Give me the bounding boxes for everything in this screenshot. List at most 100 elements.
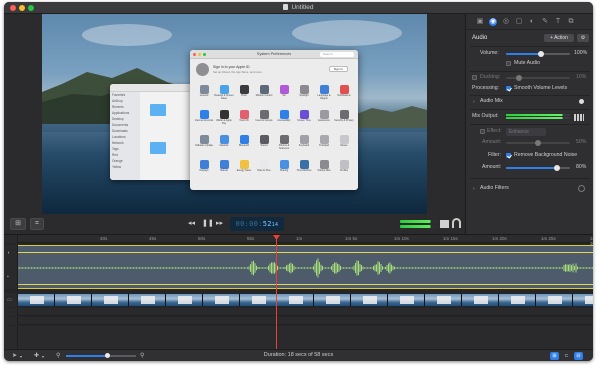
- window-title: Untitled: [291, 4, 314, 11]
- prefs-item-icon: [239, 160, 249, 169]
- meter-toggle-icon[interactable]: [440, 220, 449, 228]
- ducking-checkbox[interactable]: [472, 75, 477, 80]
- prefs-item: Displays: [194, 159, 214, 181]
- playhead[interactable]: [276, 235, 277, 350]
- divider: [470, 124, 590, 125]
- prefs-item-icon: [299, 85, 309, 94]
- view-toggle-button[interactable]: ⊂: [562, 352, 571, 360]
- tab-text[interactable]: T: [554, 18, 562, 26]
- tab-filters[interactable]: ⧉: [567, 18, 575, 26]
- prefs-item-label: Profiles: [340, 169, 348, 172]
- audio-track-header: ◖ ▪: [4, 245, 18, 289]
- video-thumbnail: [388, 294, 425, 306]
- time-ruler[interactable]: 40s 45s 50s 55s 1m 1m 5s 1m 10s 1m 15s 1m 20s 1m …: [18, 235, 593, 246]
- tab-audio[interactable]: ◉: [489, 18, 497, 26]
- video-thumbnail: [240, 294, 277, 306]
- ducking-slider[interactable]: [506, 75, 570, 81]
- audio-settings-button[interactable]: ⚙: [577, 34, 589, 42]
- noise-amount-fill: [506, 167, 557, 169]
- tab-video[interactable]: ◎: [502, 18, 510, 26]
- pause-icon: ❚❚: [202, 220, 214, 227]
- annotation-icon: ✎: [542, 18, 548, 25]
- effect-amount-slider[interactable]: [506, 140, 570, 146]
- fast-forward-button[interactable]: ▸▸: [216, 219, 223, 227]
- video-clip[interactable]: [18, 293, 593, 307]
- prefs-item-label: Sharing: [279, 169, 289, 172]
- effect-checkbox[interactable]: [480, 129, 485, 134]
- headphones-icon[interactable]: [452, 218, 461, 228]
- prefs-item-label: Startup Disk: [317, 169, 331, 172]
- prefs-item: Trackpad: [314, 134, 334, 156]
- video-track-icon[interactable]: ▭: [7, 298, 14, 303]
- prefs-item-icon: [259, 160, 269, 169]
- speaker-icon[interactable]: ◖: [7, 251, 14, 256]
- tab-callouts[interactable]: ▢: [515, 18, 523, 26]
- prefs-item-label: Mouse: [340, 144, 348, 147]
- prefs-item: Siri: [274, 84, 294, 106]
- prefs-item: Profiles: [334, 159, 354, 181]
- filter-icon: ⧉: [568, 18, 574, 25]
- mute-audio-checkbox[interactable]: [506, 61, 511, 66]
- audio-filters-row[interactable]: › Audio Filters: [466, 184, 593, 195]
- empty-track[interactable]: [18, 308, 593, 316]
- noise-amount-knob[interactable]: [554, 165, 560, 171]
- empty-track[interactable]: [18, 326, 593, 350]
- mix-settings-icon[interactable]: [579, 99, 584, 104]
- tab-canvas[interactable]: ▣: [476, 18, 484, 26]
- folder-icon: [150, 104, 166, 116]
- prefs-item: Touch ID: [234, 109, 254, 131]
- prefs-item-icon: [299, 160, 309, 169]
- add-media-button[interactable]: ⊞: [10, 218, 26, 230]
- video-thumbnail: [536, 294, 573, 306]
- add-filter-icon[interactable]: [578, 185, 585, 192]
- ducking-slider-knob[interactable]: [516, 75, 522, 81]
- layout-button[interactable]: ⊟: [574, 352, 583, 360]
- ruler-gutter: [4, 235, 18, 243]
- audio-mix-row[interactable]: › Audio Mix: [466, 97, 593, 108]
- video-thumbnail: [573, 294, 593, 306]
- volume-slider-knob[interactable]: [538, 51, 544, 57]
- smooth-volume-checkbox[interactable]: [506, 86, 511, 91]
- folder-icon: [150, 142, 166, 154]
- effect-dropdown[interactable]: Enhance: [506, 128, 546, 136]
- mix-meter-toggle-icon[interactable]: [574, 114, 584, 121]
- prefs-account-row: Sign in to your Apple ID Set up iCloud, …: [196, 63, 352, 77]
- prefs-item-icon: [319, 110, 329, 119]
- action-button[interactable]: + Action: [544, 34, 574, 42]
- tab-annotations[interactable]: ✎: [541, 18, 549, 26]
- pause-button[interactable]: ❚❚: [202, 219, 214, 227]
- empty-track[interactable]: [18, 317, 593, 325]
- title-bar: Untitled: [4, 2, 593, 14]
- crop-button[interactable]: ⌗: [30, 218, 44, 230]
- ruler-tick-label: 1m 10s: [394, 236, 409, 241]
- rewind-button[interactable]: ◂◂: [188, 219, 195, 227]
- prefs-item-label: Notifications: [337, 94, 351, 97]
- volume-slider[interactable]: [506, 51, 570, 57]
- prefs-item-label: General: [199, 94, 209, 97]
- effect-amount-knob[interactable]: [535, 140, 541, 146]
- prefs-item-icon: [239, 110, 249, 119]
- timeline: 40s 45s 50s 55s 1m 1m 5s 1m 10s 1m 15s 1m 20s 1m …: [4, 234, 593, 350]
- disclosure-icon[interactable]: ›: [473, 99, 475, 105]
- prefs-item: Spotlight: [294, 84, 314, 106]
- prefs-item: Screen Time: [294, 109, 314, 131]
- prefs-signin-title: Sign in to your Apple ID: [213, 65, 250, 69]
- prefs-item: Startup Disk: [314, 159, 334, 181]
- remove-noise-checkbox[interactable]: [506, 153, 511, 158]
- volume-slider-fill: [506, 53, 541, 55]
- timecode-seconds: 52: [262, 220, 272, 228]
- tab-cursor[interactable]: ◐: [528, 18, 536, 26]
- prefs-item-icon: [279, 135, 289, 144]
- prefs-item: Wallet & Apple Pay: [214, 109, 234, 131]
- ducking-value: 10%: [576, 74, 587, 80]
- snap-button[interactable]: ⊞: [550, 352, 559, 360]
- noise-amount-slider[interactable]: [506, 165, 570, 171]
- track-lock-icon[interactable]: ▪: [7, 275, 14, 280]
- video-preview[interactable]: Favorites AirDrop Recents Applications D…: [42, 14, 427, 214]
- prefs-item: Dock: [234, 84, 254, 106]
- audio-clip[interactable]: [18, 245, 593, 289]
- prefs-item-label: Accessibility: [277, 119, 291, 122]
- cloud-shape: [292, 20, 402, 46]
- ducking-label: Ducking:: [480, 74, 501, 80]
- disclosure-icon[interactable]: ›: [473, 186, 475, 192]
